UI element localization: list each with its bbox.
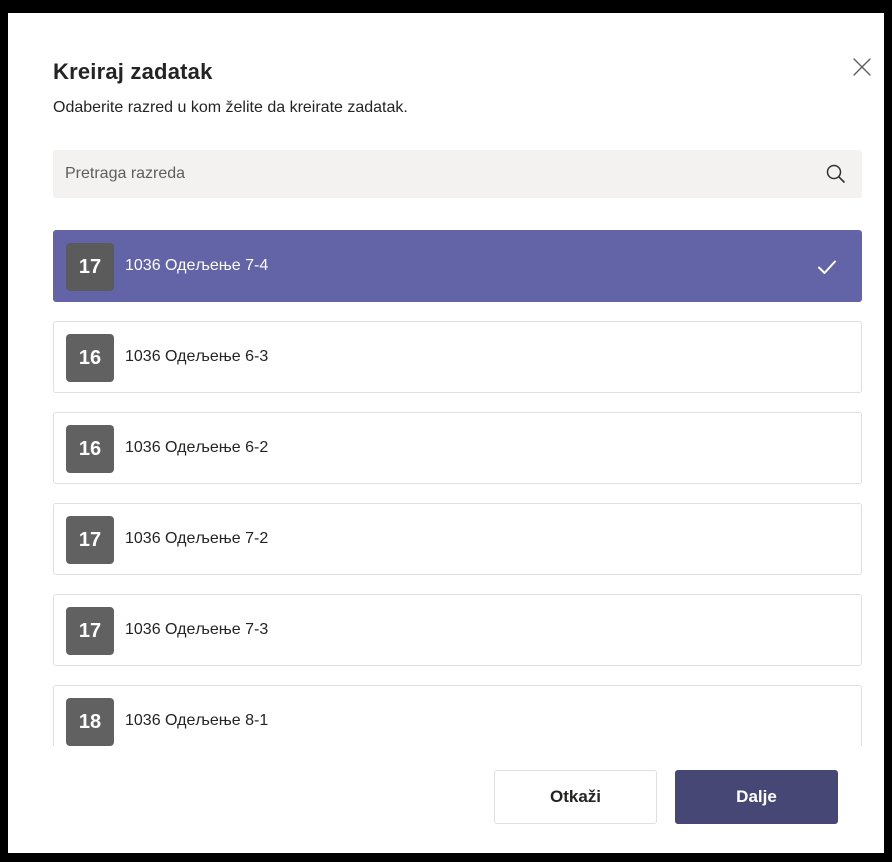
search-icon[interactable] <box>824 162 848 186</box>
class-label: 1036 Одељење 7-3 <box>125 621 269 638</box>
class-badge: 16 <box>66 334 114 382</box>
close-icon[interactable] <box>850 55 874 79</box>
class-item-7-2[interactable]: 17 1036 Одељење 7-2 <box>53 503 862 575</box>
class-label: 1036 Одељење 7-4 <box>125 257 269 274</box>
class-item-7-3[interactable]: 17 1036 Одељење 7-3 <box>53 594 862 666</box>
class-list: 17 1036 Одељење 7-4 16 1036 Одељење 6-3 … <box>53 230 862 746</box>
class-badge: 17 <box>66 607 114 655</box>
cancel-button[interactable]: Otkaži <box>494 770 657 824</box>
next-button[interactable]: Dalje <box>675 770 838 824</box>
class-badge: 16 <box>66 425 114 473</box>
class-search-input[interactable] <box>53 150 813 198</box>
class-item-6-2[interactable]: 16 1036 Одељење 6-2 <box>53 412 862 484</box>
class-item-8-1[interactable]: 18 1036 Одељење 8-1 <box>53 685 862 746</box>
dialog-subtitle: Odaberite razred u kom želite da kreirat… <box>53 99 408 116</box>
class-item-6-3[interactable]: 16 1036 Одељење 6-3 <box>53 321 862 393</box>
checkmark-icon <box>815 255 839 279</box>
class-label: 1036 Одељење 6-2 <box>125 439 269 456</box>
class-label: 1036 Одељење 7-2 <box>125 530 269 547</box>
create-assignment-dialog: Kreiraj zadatak Odaberite razred u kom ž… <box>8 13 884 853</box>
class-badge: 18 <box>66 698 114 746</box>
class-label: 1036 Одељење 8-1 <box>125 712 269 729</box>
class-badge: 17 <box>66 243 114 291</box>
class-item-7-4[interactable]: 17 1036 Одељење 7-4 <box>53 230 862 302</box>
window-frame: Kreiraj zadatak Odaberite razred u kom ž… <box>0 0 892 862</box>
dialog-title: Kreiraj zadatak <box>53 59 213 84</box>
class-label: 1036 Одељење 6-3 <box>125 348 269 365</box>
class-badge: 17 <box>66 516 114 564</box>
class-search-box <box>53 150 862 198</box>
